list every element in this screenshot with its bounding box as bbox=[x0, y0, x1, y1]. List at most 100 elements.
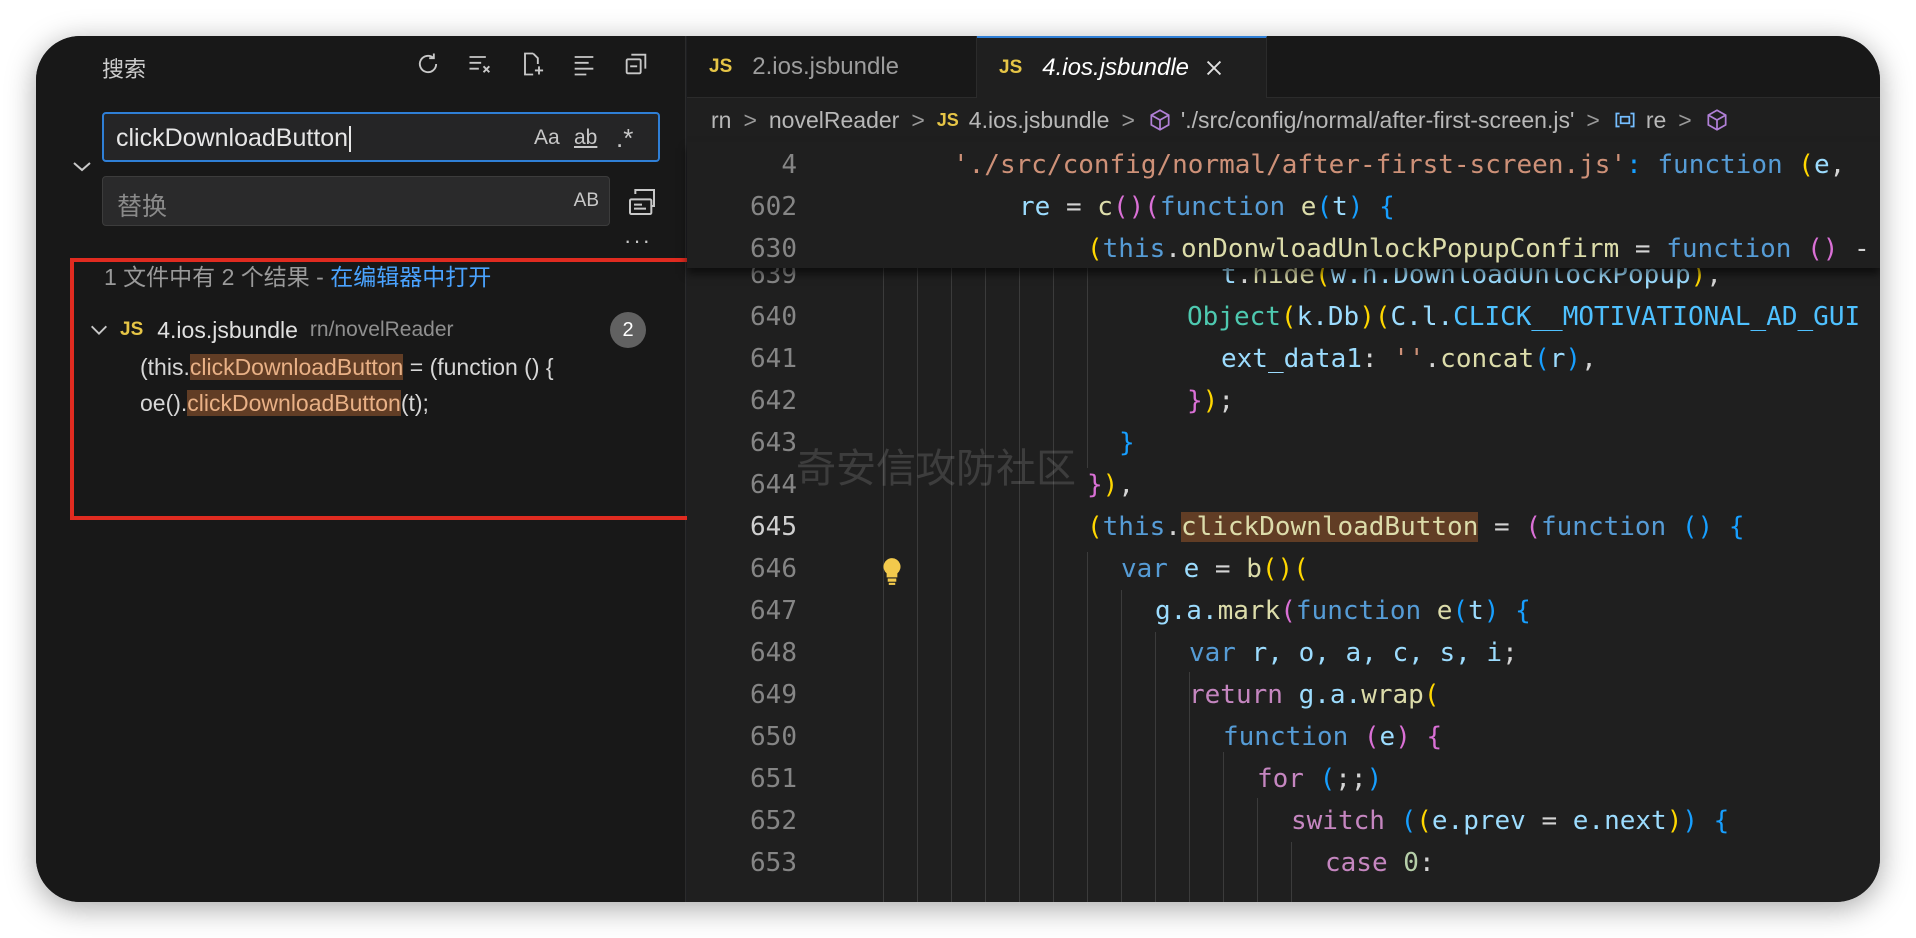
breadcrumb-separator: > bbox=[911, 106, 925, 133]
line-number: 652 bbox=[750, 806, 797, 836]
code-line: 640 Object(k.Db)(C.l.CLICK__MOTIVATIONAL… bbox=[687, 294, 1880, 336]
js-file-icon: JS bbox=[936, 109, 959, 130]
line-number: 651 bbox=[750, 764, 797, 794]
replace-input[interactable]: 替换 AB bbox=[102, 176, 610, 226]
code-line: 653 case 0: bbox=[687, 840, 1880, 882]
code-text: }), bbox=[1087, 470, 1134, 500]
lightbulb-icon[interactable] bbox=[879, 556, 905, 586]
tab-label: 2.ios.jsbundle bbox=[752, 53, 900, 80]
search-input[interactable]: clickDownloadButton Aa ab .* bbox=[102, 112, 660, 162]
code-editor[interactable]: 4 './src/config/normal/after-first-scree… bbox=[687, 142, 1880, 902]
line-number: 643 bbox=[750, 428, 797, 458]
code-text: function (e) { bbox=[1223, 722, 1443, 752]
sticky-scroll-header[interactable]: 4 './src/config/normal/after-first-scree… bbox=[687, 142, 1880, 268]
match-whole-word-toggle[interactable]: ab bbox=[574, 122, 597, 154]
indent-guide bbox=[1121, 590, 1122, 902]
line-number: 650 bbox=[750, 722, 797, 752]
code-text: Object(k.Db)(C.l.CLICK__MOTIVATIONAL_AD_… bbox=[1187, 302, 1861, 332]
code-line: 650 function (e) { bbox=[687, 714, 1880, 756]
code-text: g.a.mark(function e(t) { bbox=[1155, 596, 1531, 626]
breadcrumb: rn > novelReader > JS 4.ios.jsbundle > '… bbox=[687, 98, 1880, 142]
close-icon[interactable] bbox=[1203, 57, 1225, 79]
line-number: 648 bbox=[750, 638, 797, 668]
breadcrumb-item[interactable]: './src/config/normal/after-first-screen.… bbox=[1181, 107, 1575, 134]
new-search-editor-icon[interactable] bbox=[514, 46, 550, 82]
breadcrumb-item[interactable]: re bbox=[1646, 107, 1666, 134]
line-number: 602 bbox=[750, 192, 797, 222]
breadcrumb-separator: > bbox=[1121, 106, 1135, 133]
indent-guide bbox=[1053, 268, 1054, 902]
indent-guide bbox=[985, 268, 986, 902]
code-text: switch ((e.prev = e.next)) { bbox=[1291, 806, 1730, 836]
code-line: 641 ext_data1: ''.concat(r), bbox=[687, 336, 1880, 378]
search-actions bbox=[410, 46, 654, 86]
line-number: 646 bbox=[750, 554, 797, 584]
module-cube-icon bbox=[1150, 109, 1170, 131]
replace-all-icon[interactable] bbox=[626, 186, 658, 218]
replace-placeholder: 替换 bbox=[117, 193, 168, 221]
code-text: } bbox=[1119, 428, 1135, 458]
line-number: 647 bbox=[750, 596, 797, 626]
search-hit-highlight: clickDownloadButton bbox=[1180, 512, 1479, 542]
preserve-case-toggle[interactable]: AB bbox=[574, 190, 599, 212]
code-line: 651 for (;;) bbox=[687, 756, 1880, 798]
breadcrumb-item[interactable]: rn bbox=[711, 107, 731, 134]
editor-tab-bar: JS 2.ios.jsbundle JS 4.ios.jsbundle bbox=[687, 36, 1880, 98]
code-line-current: 645 (this.clickDownloadButton = (functio… bbox=[687, 504, 1880, 546]
indent-guide bbox=[1189, 672, 1190, 902]
code-text: case 0: bbox=[1325, 848, 1435, 878]
clear-results-icon[interactable] bbox=[462, 46, 498, 82]
search-sidebar: 搜索 clickDownloadButton Aa ab .* 替换 AB ··… bbox=[36, 36, 694, 902]
code-text: var e = b()( bbox=[1121, 554, 1309, 584]
code-line: 4 './src/config/normal/after-first-scree… bbox=[687, 142, 1880, 184]
line-number: 4 bbox=[781, 150, 797, 180]
toggle-replace-chevron-icon[interactable] bbox=[70, 154, 94, 178]
search-panel-title: 搜索 bbox=[102, 57, 147, 82]
breadcrumb-item[interactable]: 4.ios.jsbundle bbox=[969, 107, 1110, 134]
code-text: './src/config/normal/after-first-screen.… bbox=[953, 150, 1846, 180]
indent-guide bbox=[1257, 798, 1258, 902]
line-number: 642 bbox=[750, 386, 797, 416]
indent-guide bbox=[1087, 268, 1088, 468]
tab-2-ios-jsbundle[interactable]: JS 2.ios.jsbundle bbox=[687, 36, 977, 98]
module-cube-icon bbox=[1707, 109, 1727, 131]
line-number: 653 bbox=[750, 848, 797, 878]
code-text: ext_data1: ''.concat(r), bbox=[1221, 344, 1597, 374]
line-number: 649 bbox=[750, 680, 797, 710]
line-number: 644 bbox=[750, 470, 797, 500]
line-number: 645 bbox=[750, 512, 797, 542]
code-line: 649 return g.a.wrap( bbox=[687, 672, 1880, 714]
code-line: 630 (this.onDonwloadUnlockPopupConfirm =… bbox=[687, 226, 1880, 268]
more-options-ellipsis[interactable]: ··· bbox=[624, 228, 652, 254]
indent-guide bbox=[1223, 752, 1224, 902]
code-line: 648 var r, o, a, c, s, i; bbox=[687, 630, 1880, 672]
refresh-icon[interactable] bbox=[410, 46, 446, 82]
breadcrumb-item[interactable]: novelReader bbox=[769, 107, 899, 134]
indent-guide bbox=[917, 268, 918, 902]
line-number: 630 bbox=[750, 234, 797, 264]
use-regex-toggle[interactable]: .* bbox=[616, 122, 633, 154]
code-text: }); bbox=[1187, 386, 1234, 416]
code-line: 642 }); bbox=[687, 378, 1880, 420]
code-line: 602 re = c()(function e(t) { bbox=[687, 184, 1880, 226]
code-text: var r, o, a, c, s, i; bbox=[1189, 638, 1518, 668]
tab-label: 4.ios.jsbundle bbox=[1042, 54, 1190, 81]
tab-4-ios-jsbundle[interactable]: JS 4.ios.jsbundle bbox=[977, 36, 1267, 98]
indent-guide bbox=[1155, 632, 1156, 902]
code-text: (this.clickDownloadButton = (function ()… bbox=[1087, 512, 1745, 542]
view-as-tree-icon[interactable] bbox=[566, 46, 602, 82]
vscode-window: 搜索 clickDownloadButton Aa ab .* 替换 AB ··… bbox=[36, 36, 1880, 902]
match-case-toggle[interactable]: Aa bbox=[534, 122, 560, 154]
code-line: 647 g.a.mark(function e(t) { bbox=[687, 588, 1880, 630]
breadcrumb-separator: > bbox=[1678, 106, 1692, 133]
code-text: re = c()(function e(t) { bbox=[1019, 192, 1395, 222]
text-caret bbox=[349, 126, 352, 153]
collapse-all-icon[interactable] bbox=[618, 46, 654, 82]
code-line: 646 var e = b()( bbox=[687, 546, 1880, 588]
code-text: for (;;) bbox=[1257, 764, 1383, 794]
indent-guide bbox=[1087, 552, 1088, 902]
code-text: (this.onDonwloadUnlockPopupConfirm = fun… bbox=[1087, 234, 1870, 264]
indent-guide bbox=[1019, 268, 1020, 902]
search-input-value: clickDownloadButton bbox=[116, 124, 352, 153]
breadcrumb-separator: > bbox=[743, 106, 757, 133]
